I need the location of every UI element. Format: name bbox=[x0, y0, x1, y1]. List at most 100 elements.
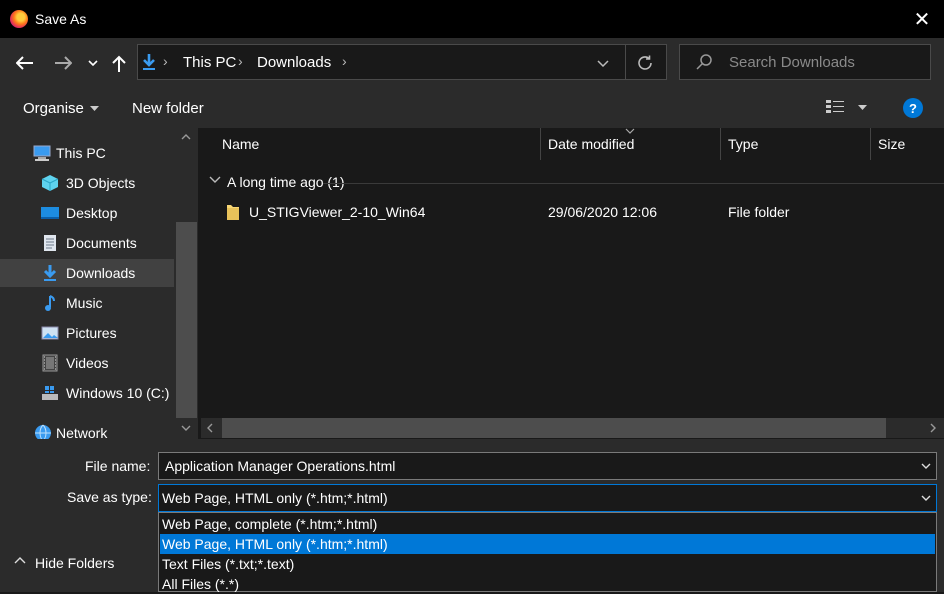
download-location-icon bbox=[141, 53, 157, 71]
sidebar-item-music[interactable]: Music bbox=[0, 289, 174, 317]
hide-folders-button[interactable]: Hide Folders bbox=[35, 555, 114, 571]
breadcrumb-downloads[interactable]: Downloads bbox=[257, 54, 331, 71]
file-name: U_STIGViewer_2-10_Win64 bbox=[249, 204, 426, 220]
back-button[interactable] bbox=[12, 52, 38, 74]
file-list: Name Date modified Type Size A long time… bbox=[201, 128, 944, 418]
file-name-field[interactable]: Application Manager Operations.html bbox=[158, 452, 937, 480]
film-icon bbox=[41, 354, 59, 372]
folder-icon bbox=[226, 203, 240, 221]
save-as-type-label: Save as type: bbox=[67, 489, 152, 505]
view-options-button[interactable] bbox=[826, 100, 867, 114]
column-divider[interactable] bbox=[540, 128, 541, 160]
navigation-pane-scrollbar[interactable] bbox=[176, 128, 197, 439]
group-divider bbox=[323, 183, 944, 184]
refresh-button[interactable] bbox=[633, 51, 657, 75]
column-header-name[interactable]: Name bbox=[222, 136, 259, 162]
sidebar-item-3d-objects[interactable]: 3D Objects bbox=[0, 169, 174, 197]
chevron-down-icon bbox=[597, 59, 609, 67]
scroll-right-icon[interactable] bbox=[930, 423, 936, 433]
chevron-up-icon bbox=[14, 556, 26, 564]
type-option[interactable]: Web Page, complete (*.htm;*.html) bbox=[160, 514, 935, 534]
save-as-type-value: Web Page, HTML only (*.htm;*.html) bbox=[162, 490, 388, 506]
address-dropdown-button[interactable] bbox=[592, 52, 614, 74]
scrollbar-thumb[interactable] bbox=[222, 418, 886, 438]
sidebar-item-this-pc[interactable]: This PC bbox=[0, 139, 174, 167]
computer-icon bbox=[33, 144, 51, 162]
close-button[interactable]: ✕ bbox=[904, 4, 940, 34]
save-as-type-dropdown-list: Web Page, complete (*.htm;*.html) Web Pa… bbox=[158, 512, 937, 592]
music-note-icon bbox=[41, 294, 59, 312]
sidebar-item-label: Documents bbox=[66, 235, 137, 251]
column-divider[interactable] bbox=[720, 128, 721, 160]
column-header-type[interactable]: Type bbox=[728, 136, 758, 162]
new-folder-button[interactable]: New folder bbox=[132, 100, 204, 117]
chevron-down-icon[interactable] bbox=[921, 463, 931, 469]
type-option[interactable]: Text Files (*.txt;*.text) bbox=[160, 554, 935, 574]
file-list-horizontal-scrollbar[interactable] bbox=[201, 418, 944, 438]
table-row[interactable]: U_STIGViewer_2-10_Win64 29/06/2020 12:06… bbox=[201, 198, 901, 226]
column-header-size[interactable]: Size bbox=[878, 136, 905, 162]
save-as-type-select[interactable]: Web Page, HTML only (*.htm;*.html) bbox=[158, 484, 937, 512]
scroll-down-icon[interactable] bbox=[181, 425, 191, 431]
sidebar-item-label: 3D Objects bbox=[66, 175, 136, 191]
sort-indicator-icon bbox=[625, 128, 635, 134]
details-view-icon bbox=[826, 100, 844, 113]
sidebar-item-label: Pictures bbox=[66, 325, 117, 341]
file-name-value: Application Manager Operations.html bbox=[165, 458, 396, 474]
breadcrumb-separator: › bbox=[163, 53, 168, 69]
sidebar-item-label: Network bbox=[56, 425, 108, 439]
sidebar-item-label: Videos bbox=[66, 355, 109, 371]
cube-icon bbox=[41, 174, 59, 192]
sidebar-item-downloads[interactable]: Downloads bbox=[0, 259, 174, 287]
breadcrumb-this-pc[interactable]: This PC bbox=[183, 54, 236, 71]
organise-label: Organise bbox=[23, 100, 84, 117]
breadcrumb-separator: › bbox=[342, 53, 347, 69]
column-header-date-modified[interactable]: Date modified bbox=[548, 136, 634, 162]
arrow-left-icon bbox=[16, 56, 33, 70]
scrollbar-thumb[interactable] bbox=[176, 222, 197, 418]
arrow-up-icon bbox=[112, 55, 126, 72]
type-option[interactable]: All Files (*.*) bbox=[160, 574, 935, 594]
recent-locations-button[interactable] bbox=[85, 54, 101, 72]
chevron-down-icon bbox=[88, 60, 98, 66]
window-title: Save As bbox=[35, 11, 87, 27]
drive-icon bbox=[41, 384, 59, 402]
forward-button[interactable] bbox=[50, 52, 76, 74]
file-type: File folder bbox=[728, 204, 790, 220]
organise-button[interactable]: Organise bbox=[23, 100, 99, 117]
sidebar-item-label: Downloads bbox=[66, 265, 136, 281]
firefox-icon bbox=[10, 10, 28, 28]
title-bar bbox=[0, 0, 944, 38]
up-button[interactable] bbox=[109, 52, 129, 76]
help-button[interactable]: ? bbox=[903, 98, 923, 118]
caret-down-icon bbox=[89, 106, 99, 111]
sidebar-item-pictures[interactable]: Pictures bbox=[0, 319, 174, 347]
sidebar-item-label: Windows 10 (C:) bbox=[66, 385, 170, 401]
search-placeholder: Search Downloads bbox=[729, 54, 855, 71]
group-header[interactable]: A long time ago (1) bbox=[227, 174, 345, 190]
sidebar-item-windows-drive[interactable]: Windows 10 (C:) bbox=[0, 379, 174, 407]
group-collapse-icon[interactable] bbox=[209, 176, 221, 184]
arrow-right-icon bbox=[55, 56, 72, 70]
divider bbox=[625, 44, 626, 80]
sidebar-item-label: This PC bbox=[56, 145, 106, 161]
sidebar-item-network[interactable]: Network bbox=[0, 419, 174, 439]
column-divider[interactable] bbox=[870, 128, 871, 160]
sidebar-item-desktop[interactable]: Desktop bbox=[0, 199, 174, 227]
caret-down-icon bbox=[858, 104, 867, 110]
type-option-selected[interactable]: Web Page, HTML only (*.htm;*.html) bbox=[160, 534, 935, 554]
breadcrumb-separator: › bbox=[238, 53, 243, 69]
picture-icon bbox=[41, 324, 59, 342]
sidebar-item-documents[interactable]: Documents bbox=[0, 229, 174, 257]
download-icon bbox=[41, 264, 59, 282]
sidebar-item-videos[interactable]: Videos bbox=[0, 349, 174, 377]
file-name-label: File name: bbox=[85, 458, 151, 474]
search-icon bbox=[695, 53, 713, 71]
sidebar-item-label: Music bbox=[66, 295, 103, 311]
scroll-left-icon[interactable] bbox=[207, 423, 213, 433]
document-icon bbox=[41, 234, 59, 252]
navigation-pane: This PC 3D Objects Desktop Documents Dow… bbox=[0, 128, 198, 439]
scroll-up-icon[interactable] bbox=[181, 134, 191, 140]
refresh-icon bbox=[638, 55, 652, 70]
chevron-down-icon[interactable] bbox=[921, 495, 931, 501]
